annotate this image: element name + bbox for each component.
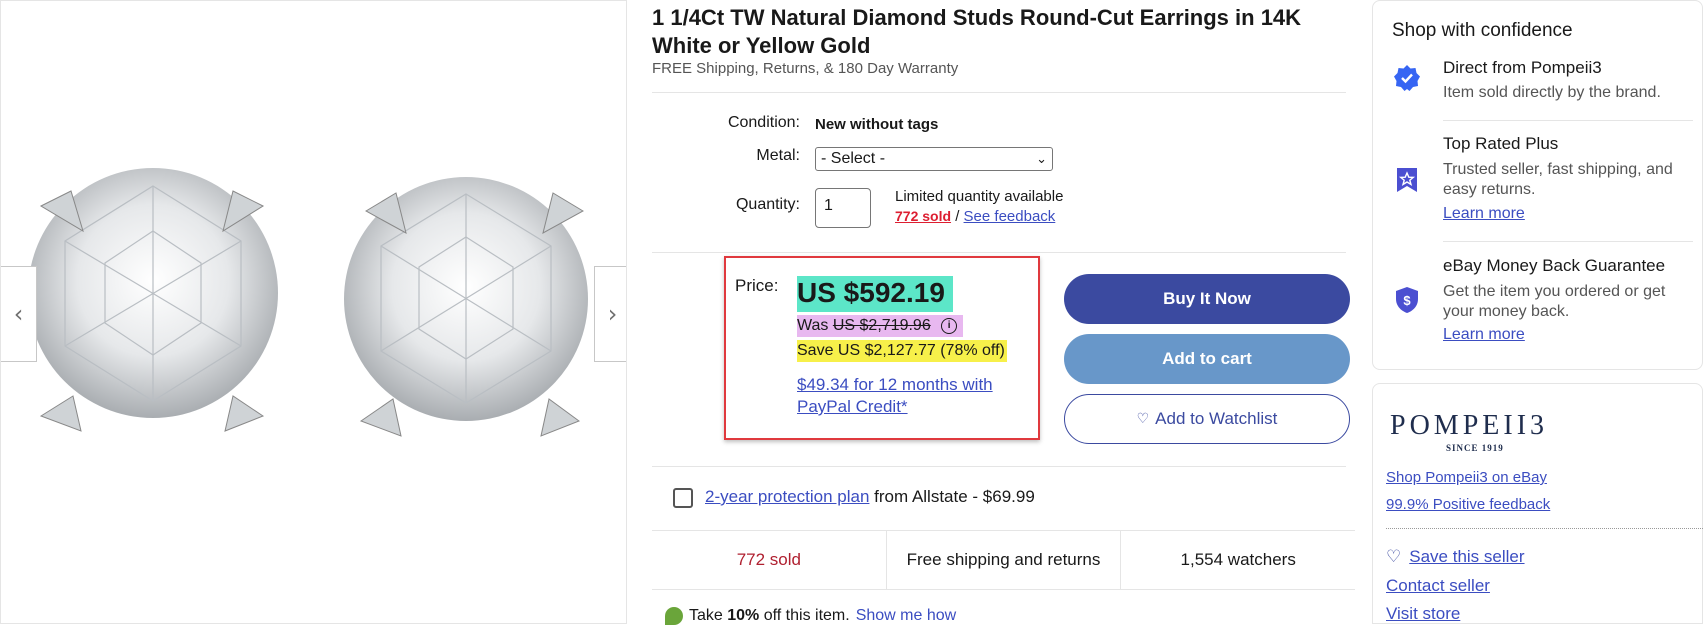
- seller-logo-since: SINCE 1919: [1446, 443, 1504, 453]
- metal-select-value: - Select -: [821, 150, 886, 167]
- positive-feedback-link[interactable]: 99.9% Positive feedback: [1386, 496, 1550, 513]
- image-gallery: ‹ ›: [0, 0, 627, 624]
- confidence-item-title: Top Rated Plus: [1443, 134, 1559, 153]
- was-prefix: Was: [797, 317, 829, 334]
- verified-badge-icon: [1394, 65, 1420, 91]
- stats-bar: 772 sold Free shipping and returns 1,554…: [652, 530, 1355, 590]
- divider: [652, 92, 1346, 93]
- save-seller-button[interactable]: ♡ Save this seller: [1386, 547, 1525, 567]
- add-to-cart-button[interactable]: Add to cart: [1064, 334, 1350, 384]
- confidence-title: Shop with confidence: [1392, 20, 1573, 41]
- confidence-item-title: Direct from Pompeii3: [1443, 58, 1602, 77]
- sold-count-link[interactable]: 772 sold: [895, 208, 951, 224]
- show-me-how-link[interactable]: Show me how: [856, 607, 957, 625]
- dotted-divider: [1386, 528, 1703, 529]
- was-price: Was US $2,719.96 i: [797, 315, 964, 337]
- was-price-value: US $2,719.96: [832, 317, 931, 334]
- divider: [652, 466, 1346, 467]
- item-title: 1 1/4Ct TW Natural Diamond Studs Round-C…: [652, 5, 1302, 58]
- separator: /: [955, 208, 960, 225]
- chevron-left-icon: ‹: [13, 300, 24, 328]
- limited-quantity-text: Limited quantity available: [895, 188, 1064, 205]
- add-to-watchlist-button[interactable]: ♡ Add to Watchlist: [1064, 394, 1350, 444]
- promo-discount: 10%: [727, 607, 760, 624]
- heart-icon: ♡: [1136, 411, 1150, 427]
- shipping-info: Free shipping and returns: [887, 531, 1122, 589]
- chevron-right-icon: ›: [607, 300, 618, 328]
- price-value: US $592.19: [797, 276, 953, 312]
- protection-plan-link[interactable]: 2-year protection plan: [705, 487, 869, 506]
- promo-suffix: off this item.: [759, 607, 850, 624]
- promo-text: Take 10% off this item.: [689, 607, 850, 625]
- seller-logo[interactable]: POMPEII3: [1390, 410, 1548, 442]
- divider: [1443, 120, 1693, 121]
- metal-label: Metal:: [756, 147, 800, 164]
- previous-image-button[interactable]: ‹: [1, 266, 37, 362]
- protection-plan-text: 2-year protection plan from Allstate - $…: [705, 487, 1035, 507]
- paypal-credit-link[interactable]: $49.34 for 12 months with PayPal Credit*: [797, 374, 1027, 418]
- chevron-down-icon: ⌄: [1036, 151, 1047, 166]
- confidence-item-title: eBay Money Back Guarantee: [1443, 256, 1666, 275]
- confidence-item-desc: Item sold directly by the brand.: [1443, 84, 1661, 101]
- next-image-button[interactable]: ›: [594, 266, 626, 362]
- watchlist-label: Add to Watchlist: [1155, 409, 1278, 428]
- sold-count: 772 sold: [652, 531, 887, 589]
- condition-label: Condition:: [727, 114, 800, 131]
- protection-plan-detail: from Allstate - $69.99: [869, 487, 1035, 506]
- savings-text: Save US $2,127.77 (78% off): [797, 340, 1007, 362]
- learn-more-link[interactable]: Learn more: [1443, 205, 1525, 223]
- quantity-label: Quantity:: [735, 196, 800, 213]
- shop-seller-link[interactable]: Shop Pompeii3 on eBay: [1386, 469, 1547, 486]
- price-label: Price:: [735, 276, 779, 295]
- promo-banner: Take 10% off this item. Show me how: [665, 607, 956, 625]
- confidence-item-desc: Trusted seller, fast shipping, and easy …: [1443, 161, 1673, 198]
- learn-more-link[interactable]: Learn more: [1443, 326, 1525, 344]
- contact-seller-link[interactable]: Contact seller: [1386, 576, 1490, 596]
- leaf-icon: [665, 607, 683, 625]
- info-icon[interactable]: i: [941, 317, 958, 334]
- divider: [652, 252, 1346, 253]
- quantity-input[interactable]: 1: [815, 188, 871, 228]
- svg-text:$: $: [1403, 293, 1411, 308]
- item-subtitle: FREE Shipping, Returns, & 180 Day Warran…: [652, 60, 959, 77]
- visit-store-link[interactable]: Visit store: [1386, 604, 1460, 624]
- confidence-item-desc: Get the item you ordered or get your mon…: [1443, 283, 1666, 320]
- buy-it-now-button[interactable]: Buy It Now: [1064, 274, 1350, 324]
- heart-icon: ♡: [1386, 547, 1402, 567]
- product-image: [28, 168, 588, 437]
- protection-plan-checkbox[interactable]: [673, 488, 693, 508]
- divider: [1443, 241, 1693, 242]
- watchers-count: 1,554 watchers: [1180, 550, 1296, 569]
- condition-value: New without tags: [815, 116, 939, 133]
- metal-select[interactable]: - Select - ⌄: [815, 147, 1053, 171]
- sold-feedback-links: 772 sold / See feedback: [895, 208, 1055, 225]
- promo-prefix: Take: [689, 607, 728, 624]
- see-feedback-link[interactable]: See feedback: [964, 208, 1056, 225]
- money-back-shield-icon: $: [1396, 287, 1418, 313]
- save-seller-label: Save this seller: [1409, 547, 1525, 566]
- top-rated-badge-icon: [1397, 168, 1417, 192]
